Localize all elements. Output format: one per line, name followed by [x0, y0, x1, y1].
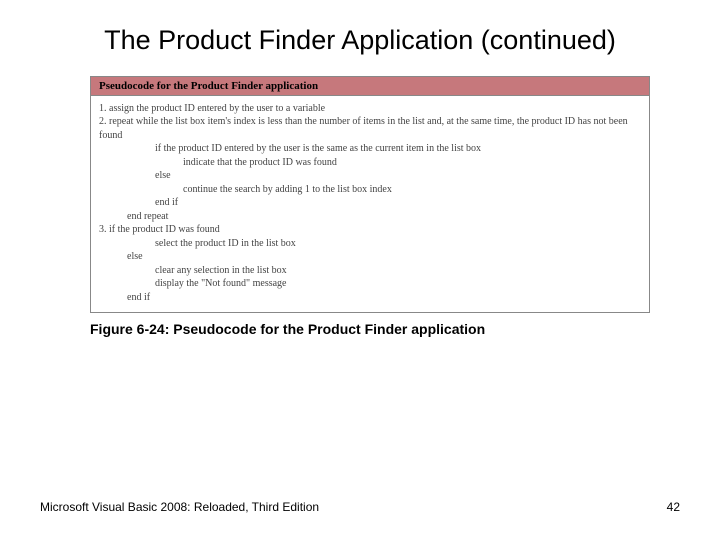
pseudocode-line: continue the search by adding 1 to the l… [183, 183, 641, 197]
pseudocode-line: clear any selection in the list box [155, 264, 641, 278]
pseudocode-line: display the "Not found" message [155, 277, 641, 291]
page-number: 42 [667, 500, 680, 514]
figure-header: Pseudocode for the Product Finder applic… [91, 77, 649, 96]
pseudocode-line: end repeat [127, 210, 641, 224]
pseudocode-line: select the product ID in the list box [155, 237, 641, 251]
pseudocode-line: if the product ID entered by the user is… [155, 142, 641, 156]
page-title: The Product Finder Application (continue… [40, 24, 680, 58]
figure-body: 1. assign the product ID entered by the … [91, 96, 649, 313]
pseudocode-line: indicate that the product ID was found [183, 156, 641, 170]
footer-text: Microsoft Visual Basic 2008: Reloaded, T… [40, 500, 319, 514]
pseudocode-line: 3. if the product ID was found [99, 223, 641, 237]
pseudocode-figure: Pseudocode for the Product Finder applic… [90, 76, 650, 314]
pseudocode-line: else [155, 169, 641, 183]
figure-caption: Figure 6-24: Pseudocode for the Product … [90, 321, 680, 337]
slide: The Product Finder Application (continue… [0, 0, 720, 540]
pseudocode-line: end if [155, 196, 641, 210]
pseudocode-line: else [127, 250, 641, 264]
pseudocode-line: end if [127, 291, 641, 305]
pseudocode-line: 1. assign the product ID entered by the … [99, 102, 641, 116]
pseudocode-line: 2. repeat while the list box item's inde… [99, 115, 641, 142]
